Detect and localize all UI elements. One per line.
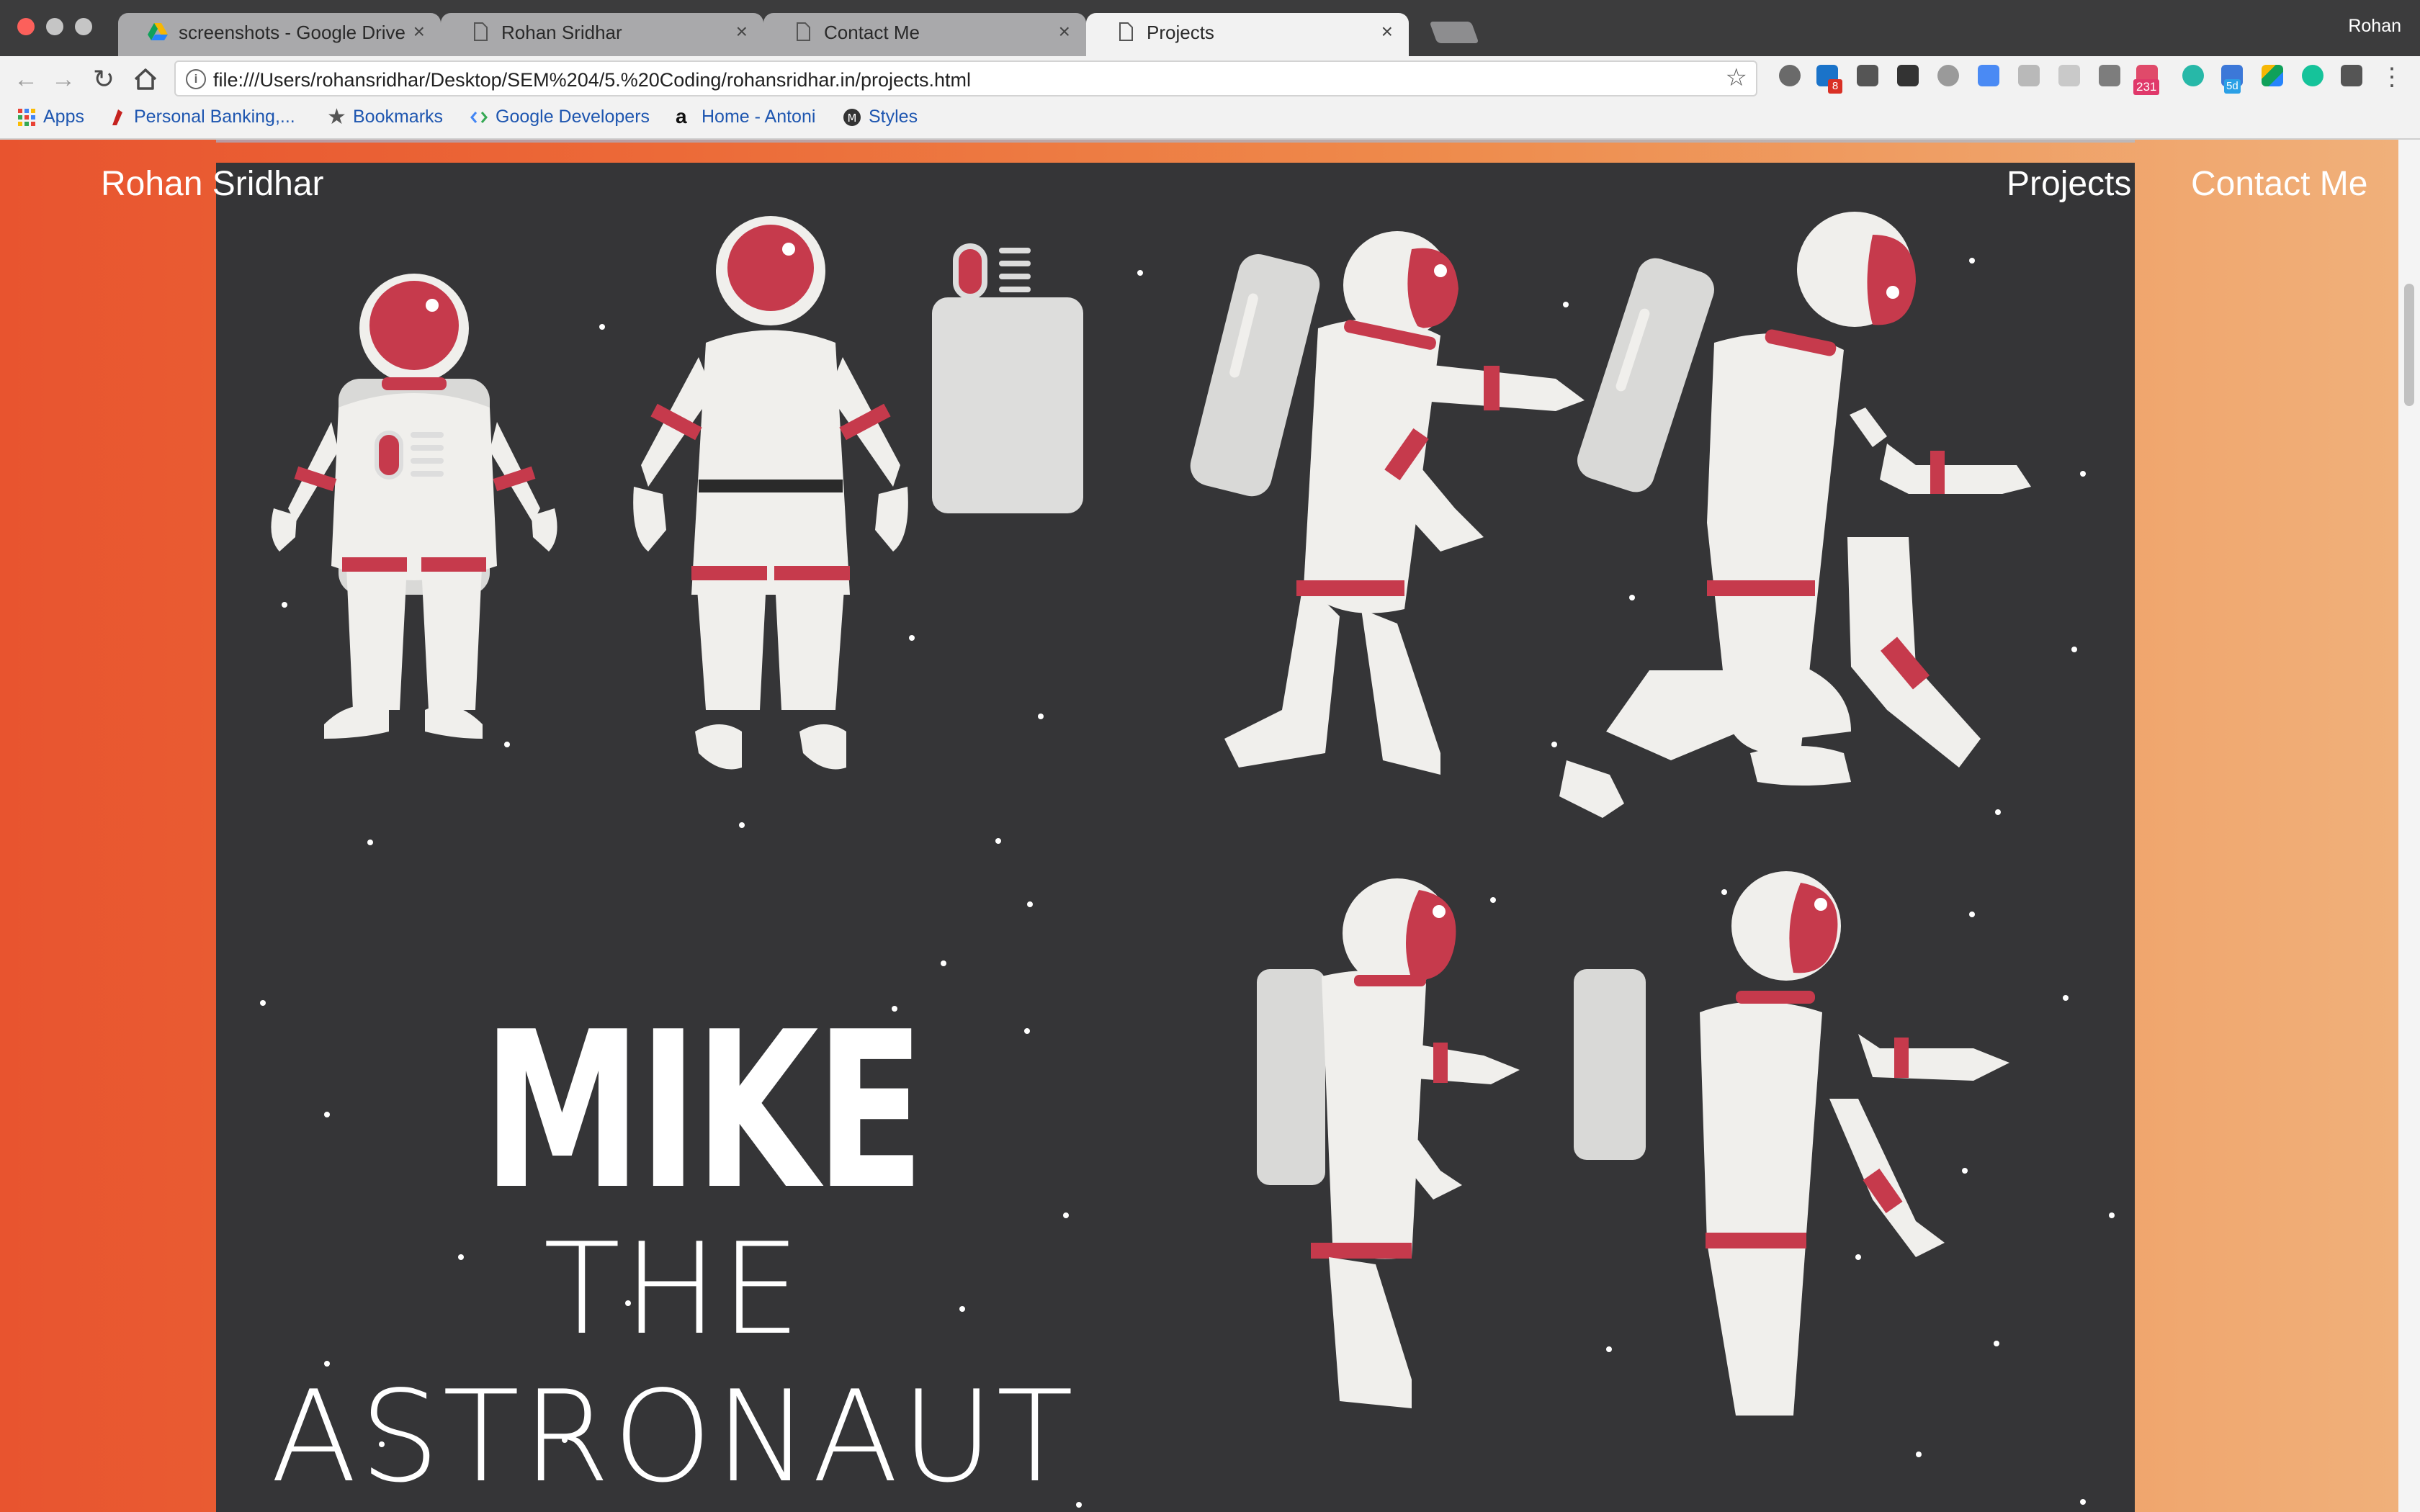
bookmark-label: Styles — [869, 107, 918, 127]
tab-close-icon[interactable]: × — [1381, 20, 1393, 43]
astronaut-front — [271, 274, 557, 739]
google-developers-icon — [470, 111, 488, 123]
translate-extension-icon[interactable] — [1978, 65, 1999, 86]
profile-name[interactable]: Rohan — [2348, 16, 2401, 37]
tab-close-icon[interactable]: × — [736, 20, 748, 43]
google-drive-icon — [148, 23, 168, 40]
close-window-button[interactable] — [17, 18, 35, 35]
menu-icon[interactable]: ⋮ — [2380, 65, 2404, 89]
nav-link-contact[interactable]: Contact Me — [2191, 164, 2367, 204]
minimize-window-button[interactable] — [46, 18, 63, 35]
browser-toolbar: ← → ↻ i file:///Users/rohansridhar/Deskt… — [0, 56, 2420, 102]
address-url[interactable]: file:///Users/rohansridhar/Desktop/SEM%2… — [213, 69, 971, 91]
backpack-parts — [932, 243, 1083, 513]
calendar-count-badge: 231 — [2133, 79, 2160, 95]
reload-icon[interactable]: ↻ — [88, 63, 120, 95]
camera-extension-icon[interactable] — [2058, 65, 2080, 86]
teal-extension-icon[interactable] — [2182, 65, 2204, 86]
tab-contact-me[interactable]: Contact Me × — [763, 13, 1086, 56]
drive-extension-icon[interactable] — [2262, 65, 2283, 86]
tab-projects[interactable]: Projects × — [1086, 13, 1409, 56]
zoom-window-button[interactable] — [75, 18, 92, 35]
gray-extension-icon[interactable] — [2018, 65, 2040, 86]
tab-title: Rohan Sridhar — [501, 22, 622, 43]
new-tab-button[interactable] — [1429, 22, 1479, 43]
hero-top-border — [216, 140, 2135, 143]
tab-close-icon[interactable]: × — [1059, 20, 1070, 43]
tab-title: Contact Me — [824, 22, 920, 43]
page-icon — [474, 22, 488, 41]
bookmark-personal-banking[interactable]: Personal Banking,... — [108, 107, 295, 127]
home-icon[interactable] — [130, 63, 161, 95]
tab-title: screenshots - Google Drive — [179, 22, 406, 43]
bookmark-google-developers[interactable]: Google Developers — [470, 107, 650, 127]
bank-icon — [112, 109, 122, 125]
page-icon — [797, 22, 810, 41]
hero-title-mike: MIKE — [483, 986, 925, 1237]
address-bar[interactable]: i file:///Users/rohansridhar/Desktop/SEM… — [174, 60, 1757, 96]
sd-badge: 5d — [2224, 79, 2241, 94]
info-icon[interactable]: i — [186, 69, 206, 89]
tools-extension-icon[interactable] — [2099, 65, 2120, 86]
star-icon: ★ — [327, 104, 346, 129]
back-arrow-icon[interactable]: ← — [10, 63, 42, 95]
tab-google-drive[interactable]: screenshots - Google Drive × — [118, 13, 441, 56]
lightbulb-extension-icon[interactable] — [1779, 65, 1801, 86]
astronaut-exploded-2 — [1574, 871, 2009, 1416]
astronaut-exploded — [1559, 212, 2031, 818]
tab-title: Projects — [1147, 22, 1214, 43]
film-extension-icon[interactable] — [1897, 65, 1919, 86]
bookmark-label: Apps — [43, 107, 84, 127]
mail-count-badge: 8 — [1828, 79, 1842, 94]
bookmark-styles[interactable]: M Styles — [843, 107, 918, 127]
browser-titlebar: screenshots - Google Drive × Rohan Sridh… — [0, 0, 2420, 56]
astronaut-back — [633, 216, 908, 770]
bookmark-home-antoni[interactable]: a Home - Antoni — [676, 104, 816, 127]
amazon-icon: a — [676, 104, 687, 127]
hero-title-astronaut: ASTRONAUT — [270, 1364, 1077, 1511]
apps-grid-icon — [18, 108, 35, 126]
font-extension-icon[interactable] — [2341, 65, 2362, 86]
bookmark-label: Google Developers — [496, 107, 650, 127]
bookmark-label: Personal Banking,... — [134, 107, 295, 127]
nav-link-projects[interactable]: Projects — [2007, 164, 2131, 204]
bookmarks-bar: Apps Personal Banking,... ★ Bookmarks Go… — [0, 102, 2420, 140]
bookmark-label: Home - Antoni — [702, 107, 816, 127]
site-name[interactable]: Rohan Sridhar — [101, 164, 324, 204]
bookmark-apps[interactable]: Apps — [17, 107, 84, 127]
page-scrollbar[interactable] — [2398, 140, 2420, 1512]
forward-arrow-icon[interactable]: → — [48, 63, 79, 95]
bookmark-star-icon[interactable]: ☆ — [1726, 63, 1747, 92]
chat-extension-icon[interactable] — [1937, 65, 1959, 86]
bookmark-label: Bookmarks — [353, 107, 444, 127]
tab-rohan-sridhar[interactable]: Rohan Sridhar × — [441, 13, 763, 56]
keep-extension-icon[interactable] — [1857, 65, 1878, 86]
materialize-icon: M — [843, 108, 861, 126]
grammarly-extension-icon[interactable] — [2302, 65, 2323, 86]
scrollbar-thumb[interactable] — [2404, 284, 2414, 406]
bookmark-bookmarks[interactable]: ★ Bookmarks — [327, 104, 444, 129]
page-viewport: Rohan Sridhar Projects Contact Me MIKE T… — [0, 140, 2398, 1512]
hero-title-the: THE — [543, 1217, 804, 1363]
tab-close-icon[interactable]: × — [413, 20, 425, 43]
svg-text:M: M — [848, 112, 857, 125]
astronaut-side-walking — [1190, 231, 1585, 775]
page-icon — [1119, 22, 1133, 41]
